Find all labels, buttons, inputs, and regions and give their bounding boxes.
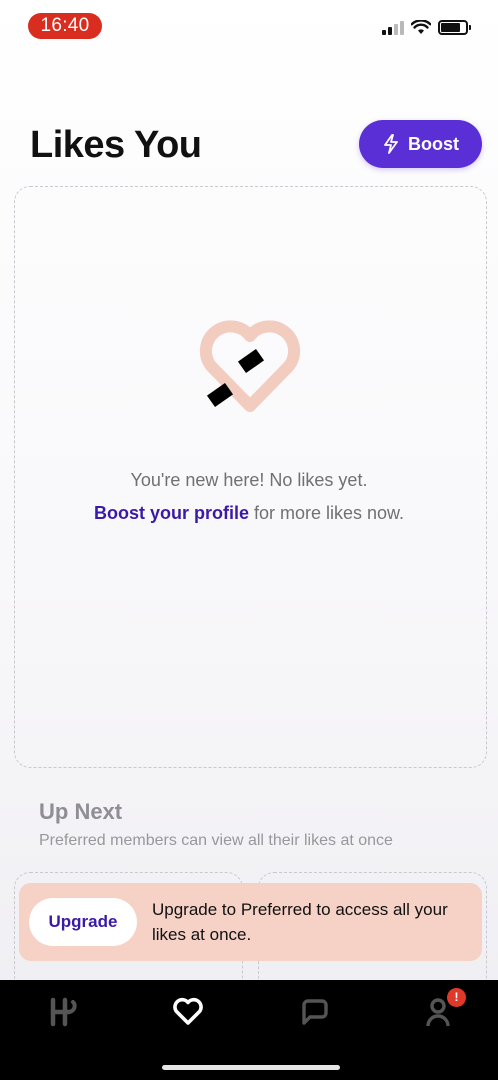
empty-message: You're new here! No likes yet. [130,470,368,490]
likes-heart-icon [173,997,203,1025]
up-next-subtitle: Preferred members can view all their lik… [39,832,393,849]
status-icons [382,20,471,35]
up-next-title: Up Next [39,799,123,824]
status-time: 16:40 [28,13,102,39]
status-bar: 16:40 [0,0,498,50]
signal-icon [382,20,404,35]
lightning-icon [384,134,398,154]
home-indicator[interactable] [162,1065,340,1070]
boost-button[interactable]: Boost [359,120,482,168]
upgrade-button[interactable]: Upgrade [29,898,137,946]
nav-chat[interactable] [294,994,334,1030]
boost-prompt: Boost your profile for more likes now. [0,503,498,524]
page-title: Likes You [30,124,202,166]
boost-profile-link[interactable]: Boost your profile [94,503,249,523]
upgrade-banner: Upgrade Upgrade to Preferred to access a… [19,883,482,961]
discover-icon [50,997,77,1027]
wifi-icon [411,20,431,34]
nav-discover[interactable] [42,994,82,1030]
boost-button-label: Boost [408,133,459,154]
battery-icon [438,20,471,35]
boost-prompt-suffix: for more likes now. [248,503,405,523]
profile-notification-badge: ! [447,988,466,1007]
nav-likes[interactable] [168,994,208,1030]
upgrade-message: Upgrade to Preferred to access all your … [152,900,448,944]
chat-icon [302,999,328,1025]
broken-heart-icon [199,320,301,412]
